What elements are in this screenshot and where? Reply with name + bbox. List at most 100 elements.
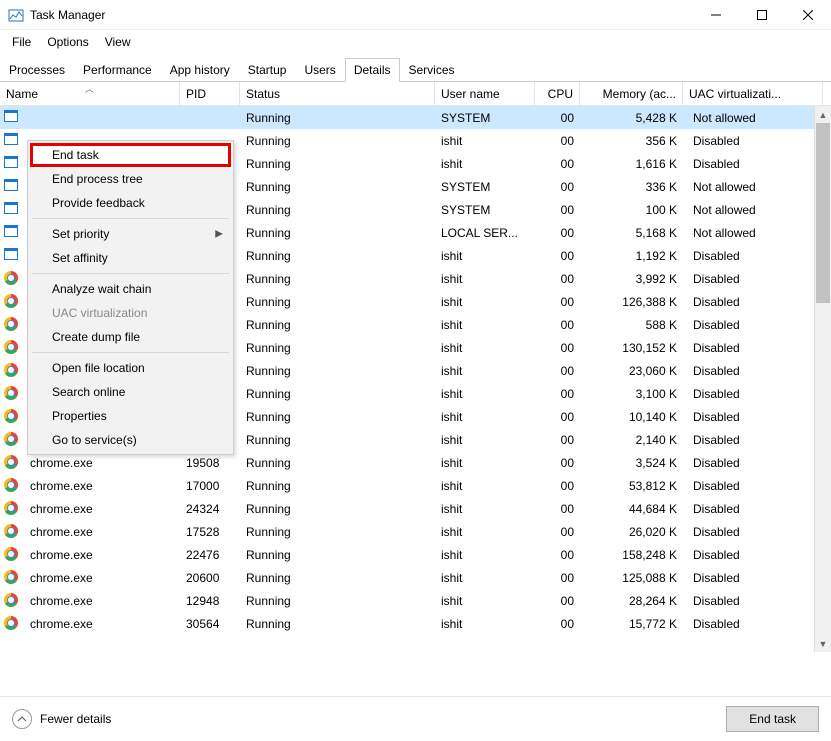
- cell-user: SYSTEM: [435, 180, 535, 194]
- cell-memory: 3,524 K: [580, 456, 683, 470]
- maximize-button[interactable]: [739, 0, 785, 29]
- cell-cpu: 00: [535, 226, 580, 240]
- context-separator: [32, 352, 229, 353]
- cell-memory: 1,192 K: [580, 249, 683, 263]
- cell-cpu: 00: [535, 272, 580, 286]
- cell-status: Running: [240, 548, 435, 562]
- cell-cpu: 00: [535, 433, 580, 447]
- table-row[interactable]: chrome.exe22476Runningishit00158,248 KDi…: [0, 543, 831, 566]
- cell-memory: 130,152 K: [580, 341, 683, 355]
- table-row[interactable]: chrome.exe17528Runningishit0026,020 KDis…: [0, 520, 831, 543]
- scroll-down-icon[interactable]: ▼: [815, 635, 831, 652]
- cell-status: Running: [240, 617, 435, 631]
- close-button[interactable]: [785, 0, 831, 29]
- context-properties[interactable]: Properties: [30, 404, 231, 428]
- col-uac[interactable]: UAC virtualizati...: [683, 82, 823, 105]
- scroll-thumb[interactable]: [816, 123, 830, 303]
- cell-pid: 20600: [180, 571, 240, 585]
- cell-memory: 588 K: [580, 318, 683, 332]
- cell-pid: 22476: [180, 548, 240, 562]
- cell-user: ishit: [435, 548, 535, 562]
- table-row[interactable]: chrome.exe12948Runningishit0028,264 KDis…: [0, 589, 831, 612]
- cell-pid: 24324: [180, 502, 240, 516]
- chrome-icon: [4, 478, 18, 492]
- tab-performance[interactable]: Performance: [74, 58, 161, 82]
- col-pid[interactable]: PID: [180, 82, 240, 105]
- table-row[interactable]: chrome.exe17000Runningishit0053,812 KDis…: [0, 474, 831, 497]
- cell-memory: 26,020 K: [580, 525, 683, 539]
- fewer-details-button[interactable]: Fewer details: [12, 709, 111, 729]
- context-search-online[interactable]: Search online: [30, 380, 231, 404]
- chrome-icon: [4, 294, 18, 308]
- context-set-affinity[interactable]: Set affinity: [30, 246, 231, 270]
- scroll-up-icon[interactable]: ▲: [815, 106, 831, 123]
- tab-details[interactable]: Details: [345, 58, 400, 82]
- context-analyze-wait-chain[interactable]: Analyze wait chain: [30, 277, 231, 301]
- tab-startup[interactable]: Startup: [239, 58, 296, 82]
- cell-status: Running: [240, 594, 435, 608]
- vertical-scrollbar[interactable]: ▲ ▼: [814, 106, 831, 652]
- chrome-icon: [4, 340, 18, 354]
- cell-name: chrome.exe: [24, 594, 180, 608]
- col-user[interactable]: User name: [435, 82, 535, 105]
- context-end-task[interactable]: End task: [30, 143, 231, 167]
- cell-user: ishit: [435, 157, 535, 171]
- cell-cpu: 00: [535, 479, 580, 493]
- chrome-icon: [4, 616, 18, 630]
- context-create-dump-file[interactable]: Create dump file: [30, 325, 231, 349]
- cell-user: SYSTEM: [435, 203, 535, 217]
- process-icon: [4, 202, 18, 214]
- tab-strip: ProcessesPerformanceApp historyStartupUs…: [0, 53, 831, 82]
- menu-view[interactable]: View: [97, 33, 139, 51]
- col-status[interactable]: Status: [240, 82, 435, 105]
- table-row[interactable]: chrome.exe20600Runningishit00125,088 KDi…: [0, 566, 831, 589]
- cell-cpu: 00: [535, 594, 580, 608]
- menu-options[interactable]: Options: [39, 33, 96, 51]
- cell-cpu: 00: [535, 525, 580, 539]
- cell-uac: Disabled: [683, 134, 823, 148]
- cell-uac: Disabled: [683, 571, 823, 585]
- tab-services[interactable]: Services: [400, 58, 464, 82]
- context-menu: End taskEnd process treeProvide feedback…: [27, 140, 234, 455]
- cell-user: ishit: [435, 433, 535, 447]
- chevron-up-icon: [12, 709, 32, 729]
- minimize-button[interactable]: [693, 0, 739, 29]
- process-icon: [4, 156, 18, 168]
- cell-user: ishit: [435, 502, 535, 516]
- table-row[interactable]: RunningSYSTEM005,428 KNot allowed: [0, 106, 831, 129]
- cell-user: ishit: [435, 479, 535, 493]
- cell-cpu: 00: [535, 318, 580, 332]
- tab-app-history[interactable]: App history: [161, 58, 239, 82]
- cell-memory: 10,140 K: [580, 410, 683, 424]
- menu-file[interactable]: File: [4, 33, 39, 51]
- sort-indicator-icon: ︿: [85, 82, 94, 95]
- cell-status: Running: [240, 525, 435, 539]
- context-provide-feedback[interactable]: Provide feedback: [30, 191, 231, 215]
- context-uac-virtualization: UAC virtualization: [30, 301, 231, 325]
- cell-status: Running: [240, 295, 435, 309]
- context-go-to-service-s-[interactable]: Go to service(s): [30, 428, 231, 452]
- col-memory[interactable]: Memory (ac...: [580, 82, 683, 105]
- cell-status: Running: [240, 226, 435, 240]
- context-open-file-location[interactable]: Open file location: [30, 356, 231, 380]
- context-set-priority[interactable]: Set priority▶: [30, 222, 231, 246]
- context-end-process-tree[interactable]: End process tree: [30, 167, 231, 191]
- process-icon: [4, 110, 18, 122]
- tab-processes[interactable]: Processes: [0, 58, 74, 82]
- cell-memory: 5,428 K: [580, 111, 683, 125]
- tab-users[interactable]: Users: [295, 58, 344, 82]
- chrome-icon: [4, 317, 18, 331]
- table-row[interactable]: chrome.exe24324Runningishit0044,684 KDis…: [0, 497, 831, 520]
- footer: Fewer details End task: [0, 696, 831, 741]
- cell-status: Running: [240, 410, 435, 424]
- chrome-icon: [4, 524, 18, 538]
- end-task-button[interactable]: End task: [726, 706, 819, 732]
- table-row[interactable]: chrome.exe30564Runningishit0015,772 KDis…: [0, 612, 831, 635]
- cell-user: ishit: [435, 318, 535, 332]
- cell-user: ishit: [435, 525, 535, 539]
- col-cpu[interactable]: CPU: [535, 82, 580, 105]
- cell-uac: Disabled: [683, 318, 823, 332]
- cell-cpu: 00: [535, 203, 580, 217]
- cell-cpu: 00: [535, 157, 580, 171]
- chrome-icon: [4, 363, 18, 377]
